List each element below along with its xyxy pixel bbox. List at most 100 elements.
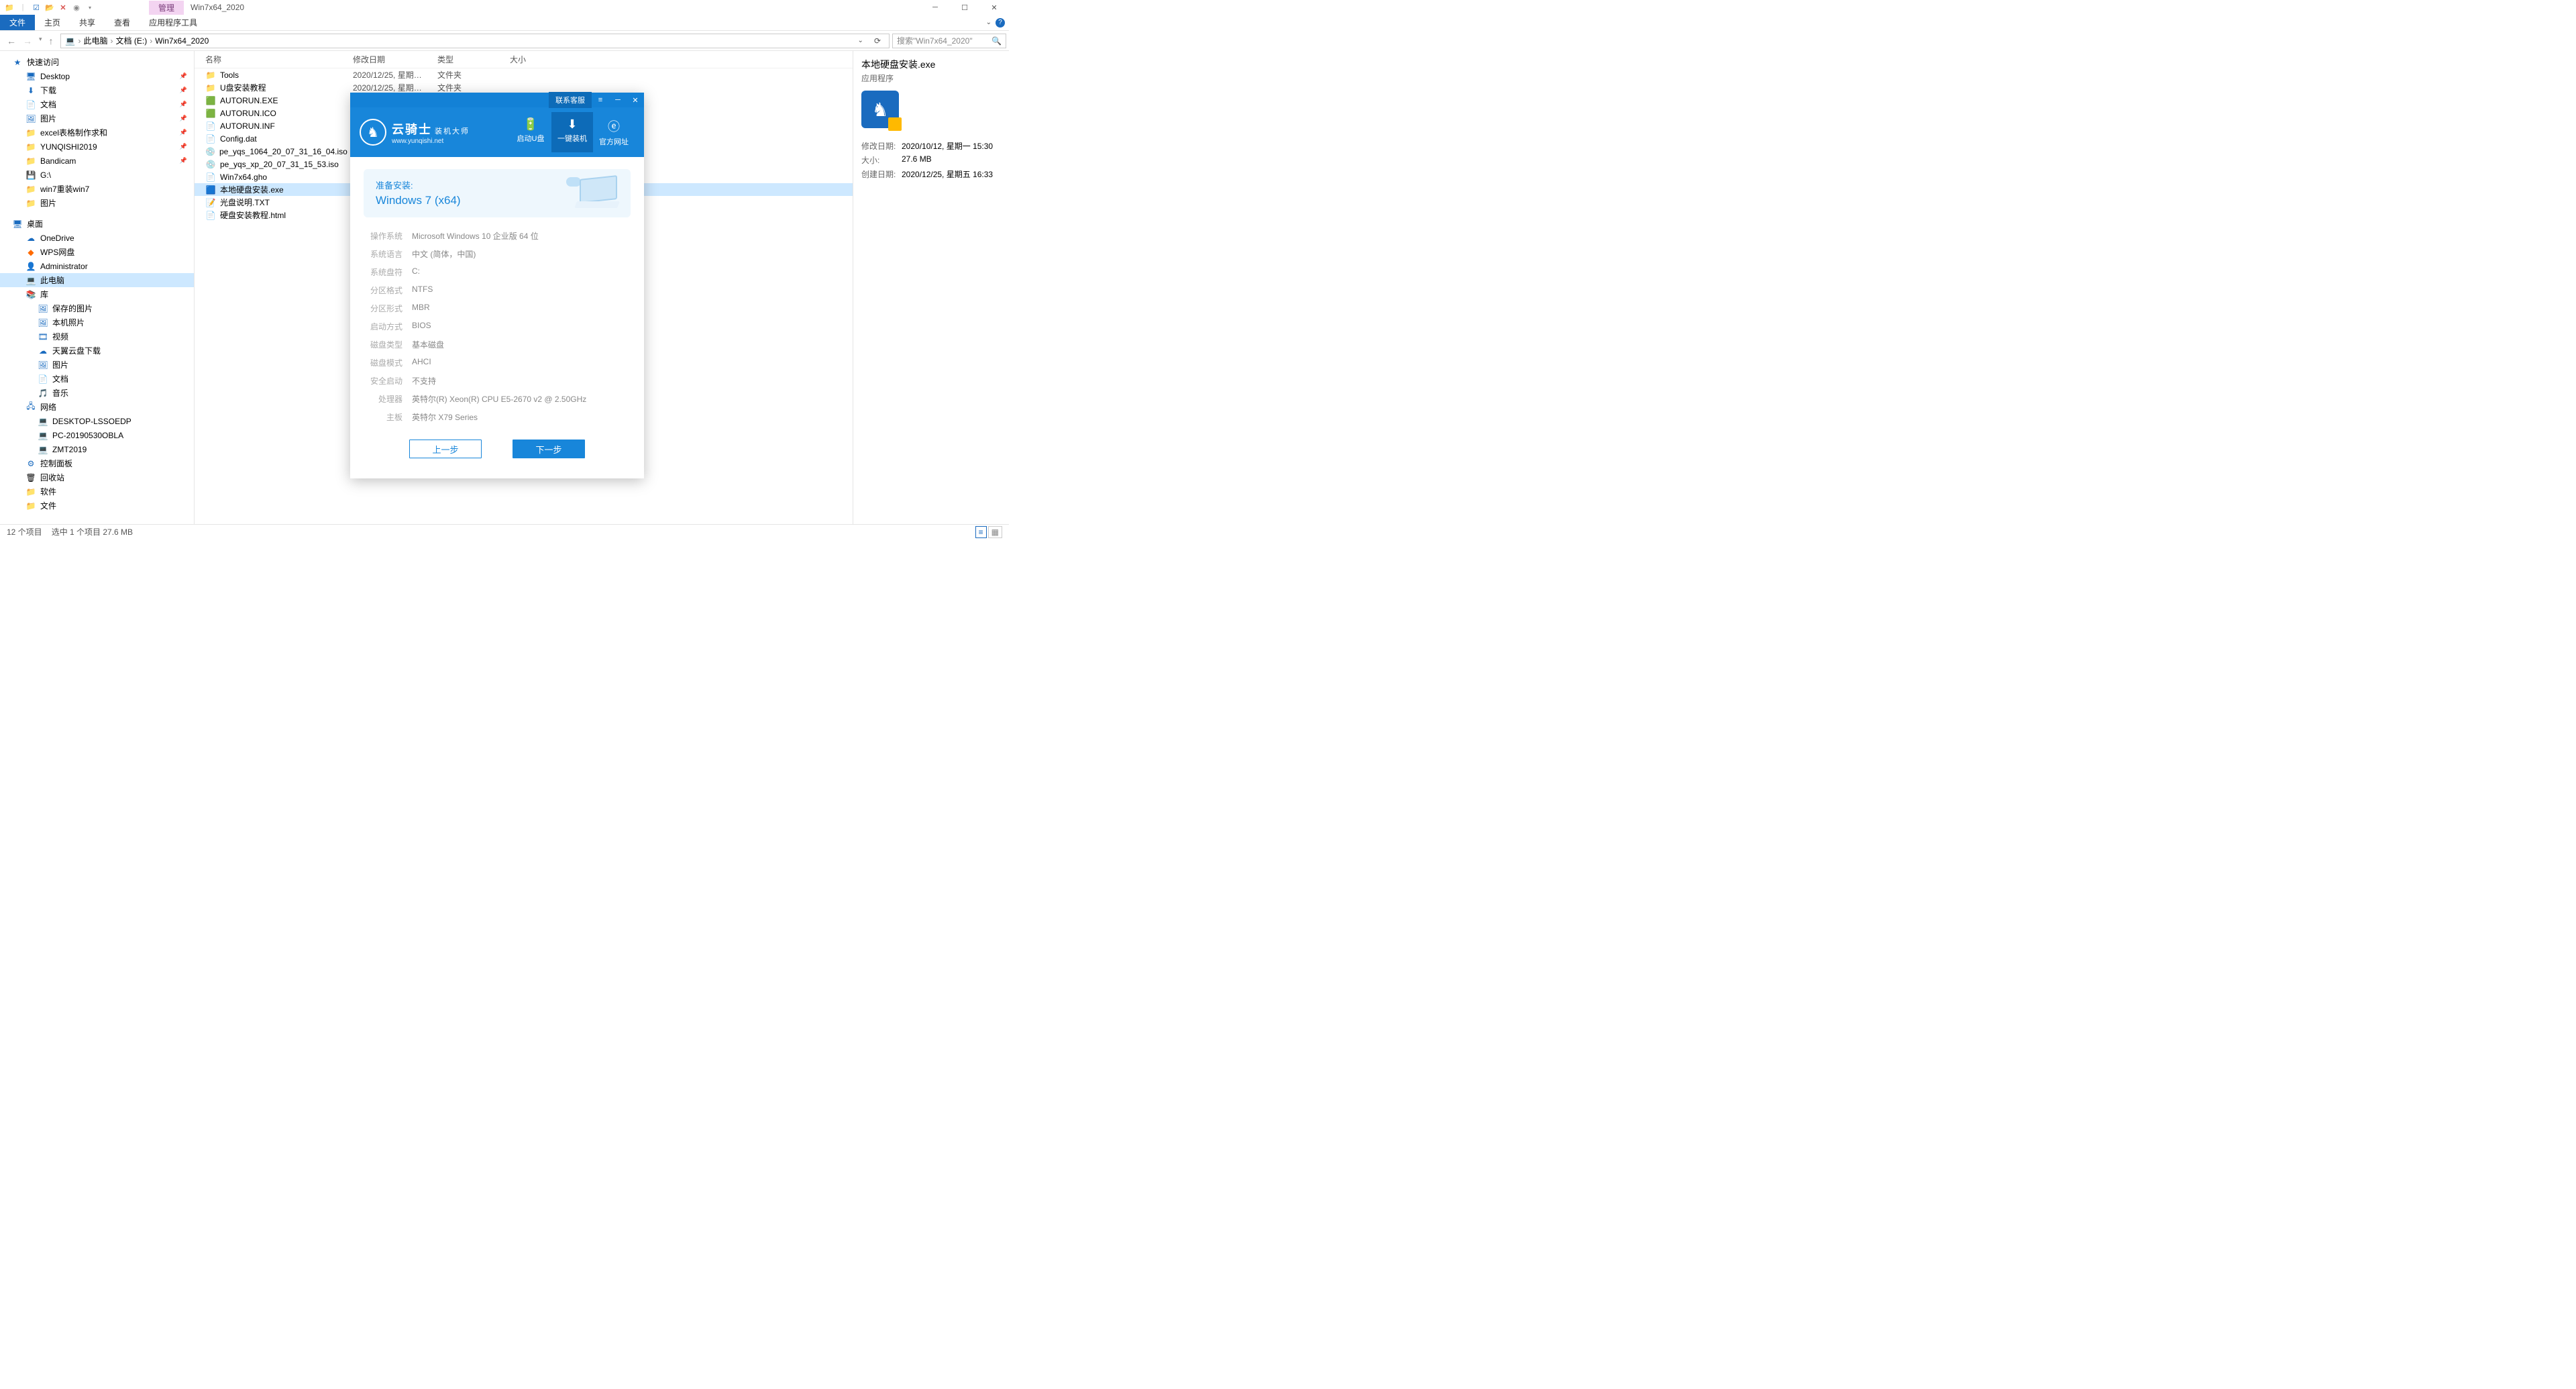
qat-dropdown-icon[interactable]: ▾: [85, 2, 95, 13]
status-selection: 选中 1 个项目 27.6 MB: [52, 526, 133, 537]
document-icon: 📄: [25, 99, 36, 110]
yqs-close-button[interactable]: ✕: [627, 93, 644, 107]
tree-item[interactable]: 🖼保存的图片: [0, 301, 194, 315]
ribbon-expand-icon[interactable]: ⌄: [986, 19, 991, 26]
tree-item[interactable]: ⬇下载📌: [0, 83, 194, 97]
tree-item[interactable]: ◆WPS网盘: [0, 245, 194, 259]
col-size[interactable]: 大小: [506, 51, 559, 68]
tree-item[interactable]: 📚库: [0, 287, 194, 301]
spec-row: 分区形式MBR: [365, 299, 629, 317]
tree-item[interactable]: 📄文档📌: [0, 97, 194, 111]
folder-icon: 📁: [25, 486, 36, 497]
breadcrumb-item[interactable]: Win7x64_2020: [155, 36, 209, 46]
file-name: AUTORUN.INF: [220, 121, 275, 131]
tree-item[interactable]: 🖥Desktop📌: [0, 69, 194, 83]
tree-desktop[interactable]: 🖥桌面: [0, 217, 194, 231]
file-row[interactable]: 📁Tools2020/12/25, 星期五 1...文件夹: [195, 68, 853, 81]
knight-icon: ♞: [360, 119, 386, 146]
file-name: Tools: [220, 70, 239, 80]
properties-icon[interactable]: ◉: [71, 2, 82, 13]
close-button[interactable]: ✕: [979, 0, 1009, 15]
col-name[interactable]: 名称: [195, 51, 349, 68]
view-large-icon[interactable]: ▦: [988, 526, 1002, 538]
context-tab-manage[interactable]: 管理: [149, 1, 184, 15]
tree-item-this-pc[interactable]: 💻此电脑: [0, 273, 194, 287]
tree-item[interactable]: 📁excel表格制作求和📌: [0, 125, 194, 140]
recent-dropdown-icon[interactable]: ▾: [39, 36, 42, 46]
minimize-button[interactable]: ─: [920, 0, 950, 15]
tree-item[interactable]: 📁文件: [0, 499, 194, 513]
tab-share[interactable]: 共享: [70, 15, 105, 30]
yqs-minimize-button[interactable]: ─: [609, 93, 627, 107]
spec-value: 中文 (简体，中国): [412, 248, 476, 260]
folder-open-icon[interactable]: 📂: [44, 2, 55, 13]
pictures-icon: 🖼: [25, 113, 36, 124]
breadcrumb[interactable]: 💻 › 此电脑 › 文档 (E:) › Win7x64_2020 ⌄ ⟳: [60, 34, 890, 48]
forward-button[interactable]: →: [23, 36, 32, 46]
checkbox-icon[interactable]: ☑: [31, 2, 42, 13]
network-icon: 🖧: [25, 402, 36, 413]
help-icon[interactable]: ?: [996, 18, 1005, 28]
col-date[interactable]: 修改日期: [349, 51, 433, 68]
breadcrumb-item[interactable]: 文档 (E:): [116, 35, 148, 46]
tree-item[interactable]: 📄文档: [0, 372, 194, 386]
search-icon[interactable]: 🔍: [991, 36, 1002, 46]
tree-item[interactable]: 📁Bandicam📌: [0, 154, 194, 168]
maximize-button[interactable]: ☐: [950, 0, 979, 15]
yqs-next-button[interactable]: 下一步: [513, 440, 585, 458]
file-name: pe_yqs_1064_20_07_31_16_04.iso: [219, 147, 347, 156]
refresh-icon[interactable]: ⟳: [870, 36, 885, 46]
tab-home[interactable]: 主页: [35, 15, 70, 30]
yqs-contact-button[interactable]: 联系客服: [549, 92, 592, 108]
up-button[interactable]: ↑: [49, 36, 54, 46]
spec-value: C:: [412, 266, 420, 278]
folder-icon: 📁: [25, 501, 36, 511]
tree-quick-access[interactable]: ★快速访问: [0, 55, 194, 69]
spec-row: 处理器英特尔(R) Xeon(R) CPU E5-2670 v2 @ 2.50G…: [365, 390, 629, 408]
tab-view[interactable]: 查看: [105, 15, 140, 30]
spec-key: 处理器: [365, 393, 402, 405]
tree-item[interactable]: 💻DESKTOP-LSSOEDP: [0, 414, 194, 428]
tree-item[interactable]: 📁图片: [0, 196, 194, 210]
folder-icon: 📁: [25, 127, 36, 138]
chevron-right-icon[interactable]: ›: [111, 36, 113, 46]
yqs-tab-usb[interactable]: 🔋启动U盘: [510, 112, 551, 152]
tree-item[interactable]: 💾G:\: [0, 168, 194, 182]
tree-item[interactable]: 👤Administrator: [0, 259, 194, 273]
tree-item[interactable]: 💻ZMT2019: [0, 442, 194, 456]
folder-icon: 📁: [25, 184, 36, 195]
tree-item[interactable]: ☁天翼云盘下载: [0, 344, 194, 358]
chevron-right-icon[interactable]: ›: [78, 36, 81, 46]
tree-item[interactable]: 🗑回收站: [0, 470, 194, 484]
search-input[interactable]: 搜索"Win7x64_2020" 🔍: [892, 34, 1006, 48]
tree-item[interactable]: 💻PC-20190530OBLA: [0, 428, 194, 442]
delete-icon[interactable]: ✕: [58, 2, 68, 13]
col-type[interactable]: 类型: [433, 51, 506, 68]
back-button[interactable]: ←: [7, 36, 16, 46]
tree-item[interactable]: 🖼本机照片: [0, 315, 194, 329]
folder-icon[interactable]: 📁: [4, 2, 15, 13]
yqs-prev-button[interactable]: 上一步: [409, 440, 482, 458]
breadcrumb-dropdown-icon[interactable]: ⌄: [854, 37, 867, 44]
tree-item[interactable]: 📁软件: [0, 484, 194, 499]
tree-item[interactable]: 📁YUNQISHI2019📌: [0, 140, 194, 154]
yqs-header: ♞ 云骑士装机大师 www.yunqishi.net 🔋启动U盘 ⬇一键装机 ⓔ…: [350, 107, 644, 157]
tree-item[interactable]: 🖼图片📌: [0, 111, 194, 125]
tab-file[interactable]: 文件: [0, 15, 35, 30]
chevron-right-icon[interactable]: ›: [150, 36, 152, 46]
pin-icon: 📌: [180, 143, 187, 150]
view-details-icon[interactable]: ≡: [975, 526, 987, 538]
breadcrumb-item[interactable]: 此电脑: [84, 35, 108, 46]
tree-item[interactable]: 🎞视频: [0, 329, 194, 344]
tree-item[interactable]: 🎵音乐: [0, 386, 194, 400]
tree-item[interactable]: ⚙控制面板: [0, 456, 194, 470]
tree-item[interactable]: 🖧网络: [0, 400, 194, 414]
tree-item[interactable]: ☁OneDrive: [0, 231, 194, 245]
yqs-tab-install[interactable]: ⬇一键装机: [551, 112, 593, 152]
yqs-tab-web[interactable]: ⓔ官方网址: [593, 112, 635, 152]
yqs-menu-button[interactable]: ≡: [592, 93, 609, 107]
tree-item[interactable]: 📁win7重装win7: [0, 182, 194, 196]
download-icon: ⬇: [25, 85, 36, 96]
tab-app-tools[interactable]: 应用程序工具: [140, 15, 207, 30]
tree-item[interactable]: 🖼图片: [0, 358, 194, 372]
